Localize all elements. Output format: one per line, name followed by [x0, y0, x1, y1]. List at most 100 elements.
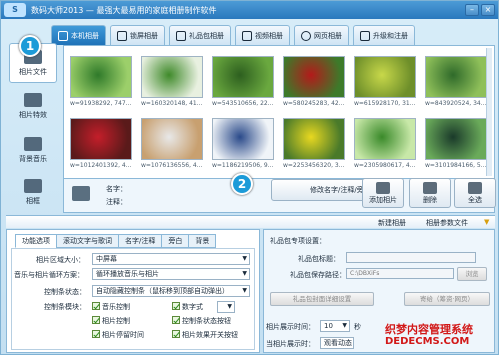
thumbnail-caption: w=2253456320, 3... — [283, 162, 345, 169]
sidebar-item-label: 相片文件 — [19, 68, 47, 76]
tab-function-options[interactable]: 功能选项 — [15, 234, 57, 248]
digital-checkbox[interactable]: 数字式 — [172, 302, 203, 312]
sidebar-item-label: 相框 — [26, 197, 40, 205]
thumbnail-image — [141, 118, 203, 160]
thumbnail-image — [212, 118, 274, 160]
watermark-title: 织梦内容管理系统 — [385, 323, 473, 336]
globe-icon — [301, 30, 311, 41]
display-time-value: 10 — [324, 322, 333, 330]
thumbnail-caption: w=160320148, 41... — [141, 100, 203, 107]
thumbnail-caption: w=580245283, 42... — [283, 100, 345, 107]
options-tabs: 功能选项 滚动文字与歌词 名字/注释 旁白 背景 — [15, 234, 217, 248]
options-panel: 功能选项 滚动文字与歌词 名字/注释 旁白 背景 相片区域大小： 中屏幕 ▼ 音乐… — [6, 229, 260, 353]
tab-background[interactable]: 背景 — [188, 234, 217, 248]
gift-path-input[interactable]: C:\DBXiFs — [346, 268, 454, 279]
thumbnail-caption: w=1076136556, 4... — [141, 162, 203, 169]
tab-narration[interactable]: 旁白 — [161, 234, 190, 248]
display-mode-select[interactable]: 观看动态 — [320, 337, 354, 349]
tab-web-album[interactable]: 网页相册 — [294, 25, 349, 45]
title-bar: S 数码大师2013 — 最强大最易用的家庭相册制作软件 – × — [1, 1, 498, 19]
tab-lockscreen-album[interactable]: 锁屏相册 — [110, 25, 165, 45]
select-all-button[interactable]: 全选 — [454, 178, 496, 208]
photo-thumbnail[interactable]: w=2305980617, 4... — [354, 118, 416, 172]
sidebar-item-label: 相片特效 — [19, 111, 47, 119]
thumbnail-caption: w=91938292, 747... — [70, 100, 132, 107]
effect-switch-checkbox[interactable]: 相片效果开关按钮 — [172, 330, 238, 340]
checkbox-checked — [92, 302, 100, 310]
tab-gift-album[interactable]: 礼品包相册 — [169, 25, 231, 45]
checkbox-checked — [172, 316, 180, 324]
photo-thumbnail[interactable]: w=615928170, 31... — [354, 56, 416, 110]
photo-duration-checkbox[interactable]: 相片停留时间 — [92, 330, 144, 340]
tab-label: 本机相册 — [71, 31, 99, 40]
checkbox-label: 相片控制 — [102, 317, 130, 325]
control-status-checkbox[interactable]: 控制条状态按钮 — [172, 316, 231, 326]
album-params-link[interactable]: 相册参数文件 — [426, 218, 468, 228]
sidebar-item-frame[interactable]: 相框 — [9, 173, 57, 213]
modules-label: 控制条模块： — [44, 303, 86, 311]
frame-icon — [24, 179, 42, 193]
select-all-label: 全选 — [468, 196, 482, 204]
loop-select[interactable]: 循环播放音乐与相片 ▼ — [92, 268, 250, 280]
main-tabs: 本机相册 锁屏相册 礼品包相册 视频相册 网页相册 升级和注册 — [51, 25, 415, 45]
photo-thumbnail[interactable]: w=580245283, 42... — [283, 56, 345, 110]
area-size-value: 中屏幕 — [96, 255, 117, 263]
photo-thumbnail[interactable]: w=3101984166, 5... — [425, 118, 487, 172]
photo-thumbnail[interactable]: w=160320148, 41... — [141, 56, 203, 110]
options-body: 相片区域大小： 中屏幕 ▼ 音乐与相片循环方案： 循环播放音乐与相片 ▼ 控制条状态… — [11, 248, 255, 350]
browse-button[interactable]: 浏览 — [457, 267, 487, 281]
digital-style-select[interactable]: ▼ — [217, 301, 235, 313]
watermark-url: DEDECMS.COM — [385, 336, 470, 347]
close-button[interactable]: × — [481, 4, 495, 16]
gift-cover-settings-button[interactable]: 礼品包封面详细设置 — [270, 292, 374, 306]
photo-thumbnail[interactable]: w=543510656, 22... — [212, 56, 274, 110]
window-title: 数码大师2013 — 最强大最易用的家庭相册制作软件 — [31, 6, 217, 15]
photo-gallery: w=91938292, 747... w=160320148, 41... w=… — [63, 45, 495, 179]
display-time-label: 相片展示时间： — [266, 323, 315, 331]
camera-icon — [72, 186, 90, 201]
thumbnail-caption: w=1012401392, 4... — [70, 162, 132, 169]
share-button[interactable]: 寄给（筹资·网页） — [404, 292, 490, 306]
gift-path-label: 礼品包保存路径： — [290, 271, 346, 279]
photo-thumbnail[interactable]: w=843920524, 34... — [425, 56, 487, 110]
tab-scroll-text[interactable]: 滚动文字与歌词 — [56, 234, 119, 248]
chevron-down-icon: ▼ — [242, 287, 247, 294]
upgrade-icon — [360, 30, 370, 41]
tab-label: 网页相册 — [314, 31, 342, 40]
callout-badge-1: 1 — [19, 35, 41, 57]
photo-thumbnail[interactable]: w=1076136556, 4... — [141, 118, 203, 172]
loop-value: 循环播放音乐与相片 — [96, 270, 159, 278]
photo-thumbnail[interactable]: w=2253456320, 3... — [283, 118, 345, 172]
photo-control-checkbox[interactable]: 相片控制 — [92, 316, 130, 326]
chevron-down-icon: ▼ — [242, 270, 247, 277]
thumbnail-image — [283, 56, 345, 98]
display-time-unit: 秒 — [354, 323, 361, 331]
new-album-link[interactable]: 新建相册 — [378, 218, 406, 228]
tab-name-note[interactable]: 名字/注释 — [118, 234, 163, 248]
gallery-scrollbar[interactable] — [486, 48, 492, 176]
thumbnail-caption: w=615928170, 31... — [354, 100, 416, 107]
delete-button[interactable]: 删除 — [409, 178, 451, 208]
photo-thumbnail[interactable]: w=91938292, 747... — [70, 56, 132, 110]
add-photo-button[interactable]: 添加相片 — [362, 178, 404, 208]
control-bar-select[interactable]: 自动隐藏控制条（鼠标移到顶部自动弹出） ▼ — [92, 285, 250, 297]
minimize-button[interactable]: – — [465, 4, 479, 16]
add-photo-label: 添加相片 — [369, 196, 397, 204]
gift-title-label: 礼品包标题： — [298, 255, 340, 263]
tab-video-album[interactable]: 视频相册 — [235, 25, 290, 45]
photo-thumbnail[interactable]: w=1186219506, 9... — [212, 118, 274, 172]
album-icon — [58, 30, 68, 41]
tab-local-album[interactable]: 本机相册 — [51, 25, 106, 45]
dropdown-arrow-icon[interactable]: ▼ — [484, 218, 489, 226]
gift-title-input[interactable] — [346, 252, 476, 263]
music-control-checkbox[interactable]: 音乐控制 — [92, 302, 130, 312]
gift-icon — [176, 30, 186, 41]
area-size-select[interactable]: 中屏幕 ▼ — [92, 253, 250, 265]
sidebar-item-music[interactable]: 背景音乐 — [9, 131, 57, 171]
tab-label: 视频相册 — [255, 31, 283, 40]
tab-upgrade[interactable]: 升级和注册 — [353, 25, 415, 45]
display-time-stepper[interactable]: 10 ▼ — [320, 320, 350, 332]
thumbnail-caption: w=843920524, 34... — [425, 100, 487, 107]
photo-thumbnail[interactable]: w=1012401392, 4... — [70, 118, 132, 172]
sidebar-item-effects[interactable]: 相片特效 — [9, 87, 57, 127]
